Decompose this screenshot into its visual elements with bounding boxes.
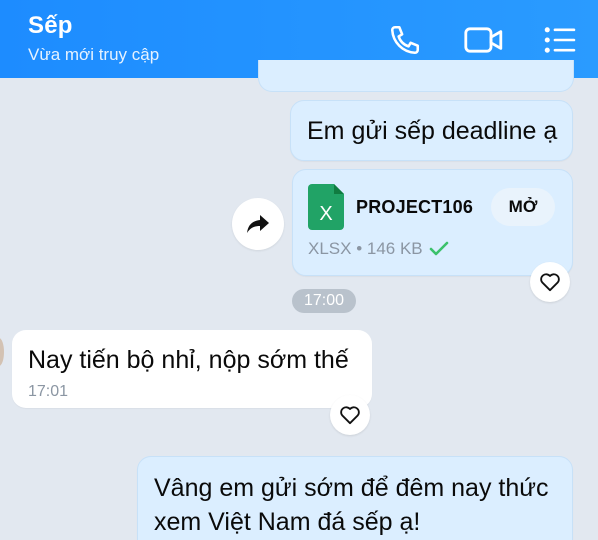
heart-icon (340, 406, 360, 425)
file-meta: XLSX • 146 KB (308, 239, 449, 259)
heart-icon (540, 273, 560, 292)
excel-file-icon: X (308, 184, 344, 230)
reaction-heart-button[interactable] (530, 262, 570, 302)
menu-icon[interactable] (542, 22, 578, 58)
message-text: Nay tiến bộ nhỉ, nộp sớm thế (28, 346, 349, 374)
forward-icon (247, 215, 269, 233)
previous-message-bubble (258, 60, 574, 92)
message-bubble-received[interactable]: Nay tiến bộ nhỉ, nộp sớm thế 17:01 (12, 330, 372, 408)
phone-icon[interactable] (387, 22, 423, 58)
avatar[interactable] (0, 338, 4, 366)
contact-name[interactable]: Sếp (28, 12, 73, 40)
message-time: 17:01 (28, 383, 69, 400)
reaction-heart-button[interactable] (330, 395, 370, 435)
message-bubble-sent[interactable]: Vâng em gửi sớm để đêm nay thức xem Việt… (137, 456, 573, 540)
svg-text:X: X (319, 203, 332, 225)
time-separator: 17:00 (292, 289, 356, 313)
file-type-size: XLSX • 146 KB (308, 239, 423, 258)
message-text-line: xem Việt Nam đá sếp ạ! (154, 508, 421, 536)
message-text-line: Vâng em gửi sớm để đêm nay thức (154, 474, 549, 502)
sent-check-icon (429, 241, 448, 256)
message-bubble-sent[interactable]: Em gửi sếp deadline ạ (290, 100, 573, 161)
file-name[interactable]: PROJECT106 (356, 197, 473, 218)
message-text: Em gửi sếp deadline ạ (307, 117, 558, 145)
contact-status: Vừa mới truy cập (28, 45, 160, 64)
forward-button[interactable] (232, 198, 284, 250)
video-call-icon[interactable] (462, 22, 506, 58)
open-file-button[interactable]: MỞ (491, 188, 555, 226)
